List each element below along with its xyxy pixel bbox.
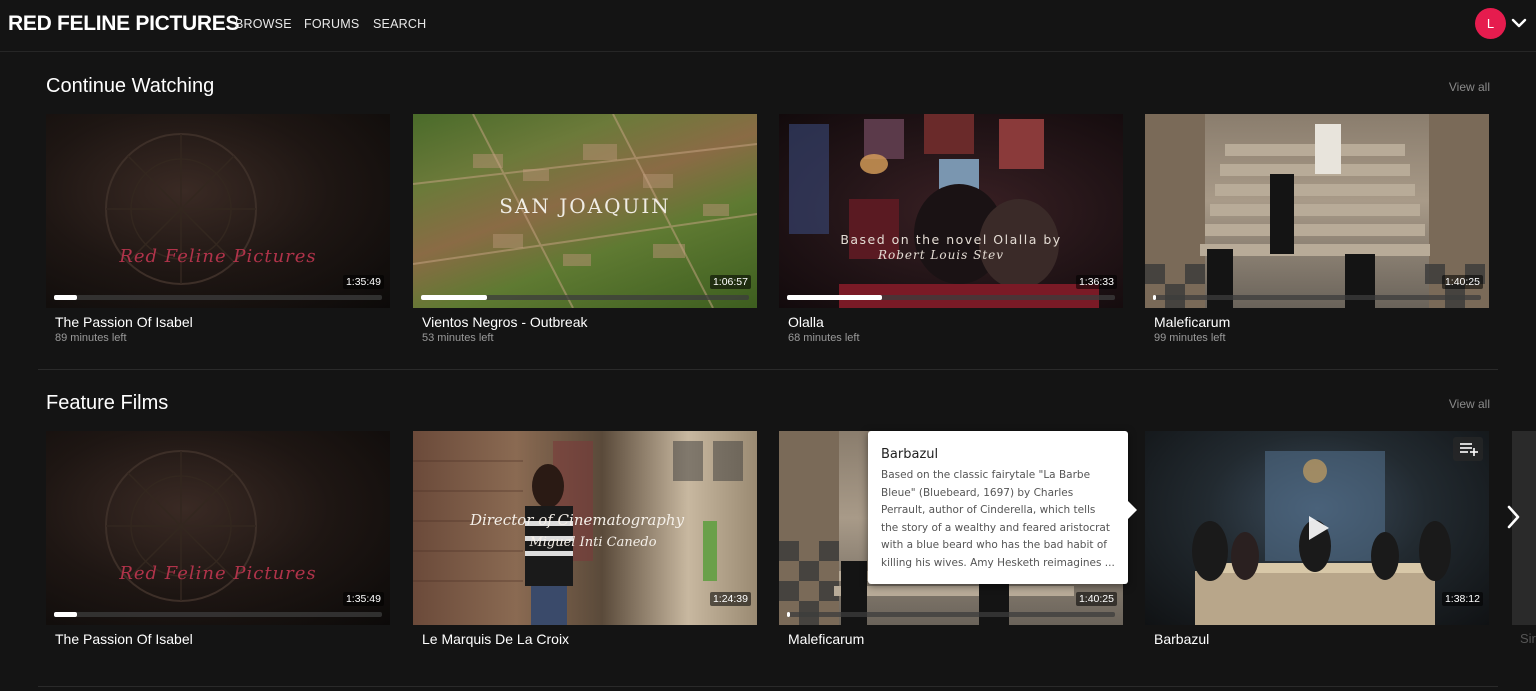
progress-bar (787, 612, 1115, 617)
next-card-peek-title: Sir (1520, 631, 1536, 646)
time-remaining: 53 minutes left (422, 332, 494, 344)
duration-badge: 1:38:12 (1441, 592, 1483, 606)
progress-bar (787, 295, 1115, 300)
section-title-feature-films: Feature Films (46, 392, 169, 414)
duration-badge: 1:35:49 (342, 275, 384, 289)
duration-badge: 1:06:57 (709, 275, 751, 289)
section-title-continue-watching: Continue Watching (46, 75, 215, 97)
time-remaining: 68 minutes left (788, 332, 860, 344)
progress-fill (787, 295, 883, 300)
progress-fill (787, 612, 791, 617)
video-title[interactable]: Maleficarum (788, 631, 864, 647)
duration-badge: 1:24:39 (709, 592, 751, 606)
video-thumbnail[interactable]: Based on the novel Olalla by Robert Loui… (779, 114, 1123, 308)
view-all-feature-films[interactable]: View all (1449, 397, 1490, 411)
video-thumbnail[interactable]: 1:40:25 (1145, 114, 1489, 308)
living-room-image (789, 114, 1099, 308)
spinning-wheel-image (105, 450, 257, 602)
video-title[interactable]: Maleficarum (1154, 314, 1230, 330)
duration-badge: 1:40:25 (1441, 275, 1483, 289)
video-card[interactable]: Based on the novel Olalla by Robert Loui… (779, 114, 1123, 344)
video-thumbnail[interactable]: SAN JOAQUIN 1:06:57 (413, 114, 757, 308)
title-card-text: Red Feline Pictures (119, 563, 317, 584)
tooltip-description: Based on the classic fairytale "La Barbe… (881, 469, 1115, 569)
video-thumbnail[interactable]: Red Feline Pictures 1:35:49 (46, 431, 390, 625)
video-card[interactable]: Red Feline Pictures 1:35:49 The Passion … (46, 114, 390, 344)
progress-bar (421, 295, 749, 300)
title-card-text-line2: Miguel Inti Canedo (529, 535, 657, 550)
video-title[interactable]: The Passion Of Isabel (55, 631, 193, 647)
video-thumbnail[interactable]: Red Feline Pictures 1:35:49 (46, 114, 390, 308)
title-card-text: Director of Cinematography (469, 511, 685, 529)
section-divider (38, 369, 1498, 370)
view-all-continue-watching[interactable]: View all (1449, 80, 1490, 94)
progress-fill (421, 295, 487, 300)
playlist-add-icon[interactable] (1453, 437, 1483, 461)
video-card[interactable]: 1:38:12 Barbazul (1145, 431, 1489, 647)
nav-browse[interactable]: BROWSE (235, 17, 292, 31)
title-card-text: SAN JOAQUIN (499, 194, 671, 218)
tooltip-title: Barbazul (881, 447, 939, 462)
progress-fill (54, 295, 77, 300)
duration-badge: 1:40:25 (1075, 592, 1117, 606)
progress-bar (54, 612, 382, 617)
video-title[interactable]: The Passion Of Isabel (55, 314, 193, 330)
progress-bar (54, 295, 382, 300)
duration-badge: 1:35:49 (342, 592, 384, 606)
chevron-down-icon[interactable] (1510, 14, 1528, 32)
progress-fill (1153, 295, 1157, 300)
stairway-image (1145, 114, 1489, 308)
duration-badge: 1:36:33 (1075, 275, 1117, 289)
video-card[interactable]: SAN JOAQUIN 1:06:57 Vientos Negros - Out… (413, 114, 757, 344)
nav-forums[interactable]: FORUMS (304, 17, 359, 31)
video-title[interactable]: Barbazul (1154, 631, 1209, 647)
site-logo[interactable]: RED FELINE PICTURES (8, 12, 239, 36)
video-card[interactable]: Director of Cinematography Miguel Inti C… (413, 431, 757, 647)
progress-bar (1153, 295, 1481, 300)
video-thumbnail[interactable]: 1:38:12 (1145, 431, 1489, 625)
time-remaining: 99 minutes left (1154, 332, 1226, 344)
top-navigation-bar: RED FELINE PICTURES BROWSE FORUMS SEARCH… (0, 0, 1536, 52)
progress-fill (54, 612, 77, 617)
time-remaining: 89 minutes left (55, 332, 127, 344)
play-icon[interactable] (1300, 511, 1334, 545)
video-thumbnail[interactable]: Director of Cinematography Miguel Inti C… (413, 431, 757, 625)
chevron-right-icon[interactable] (1500, 495, 1528, 539)
spinning-wheel-image (105, 133, 257, 285)
video-title[interactable]: Vientos Negros - Outbreak (422, 314, 588, 330)
section-divider (38, 686, 1498, 687)
nav-search[interactable]: SEARCH (373, 17, 426, 31)
video-title[interactable]: Le Marquis De La Croix (422, 631, 569, 647)
title-card-text: Red Feline Pictures (119, 246, 317, 267)
video-card[interactable]: 1:40:25 Maleficarum 99 minutes left (1145, 114, 1489, 344)
video-card[interactable]: Red Feline Pictures 1:35:49 The Passion … (46, 431, 390, 647)
user-avatar[interactable]: L (1475, 8, 1506, 39)
film-info-tooltip: Barbazul Based on the classic fairytale … (868, 431, 1137, 584)
video-title[interactable]: Olalla (788, 314, 824, 330)
title-card-text: Based on the novel Olalla by (840, 232, 1062, 247)
title-card-text-line2: Robert Louis Stev (877, 248, 1005, 262)
